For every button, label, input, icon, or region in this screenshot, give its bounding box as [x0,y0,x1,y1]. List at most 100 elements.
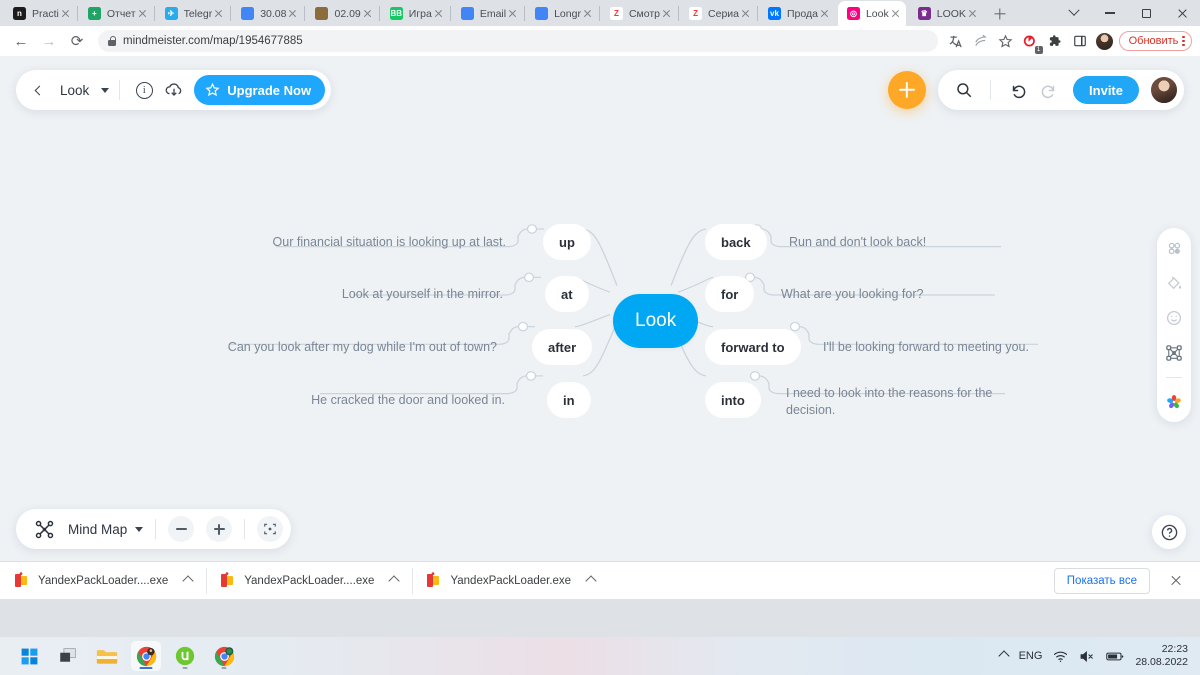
close-tab-button[interactable] [818,7,831,20]
invite-button[interactable]: Invite [1073,76,1139,104]
utorrent-button[interactable] [170,641,200,671]
battery-icon[interactable] [1106,651,1124,662]
browser-tab[interactable]: Email [452,1,523,26]
mindmap-node-for[interactable]: for [705,276,755,312]
mindmap-node-forward-to[interactable]: forward to [705,329,801,365]
close-tab-button[interactable] [581,7,594,20]
close-tab-button[interactable] [739,7,752,20]
close-window-button[interactable] [1164,0,1200,26]
mindmap-node-back[interactable]: back [705,224,767,260]
mindmap-leaf-forward-to[interactable]: I'll be looking forward to meeting you. [823,339,1029,356]
view-label[interactable]: Mind Map [68,522,127,537]
close-tab-button[interactable] [136,7,149,20]
download-menu-button[interactable] [182,574,194,587]
browser-tab[interactable]: Longr [526,1,598,26]
mindmap-leaf-for[interactable]: What are you looking for? [781,286,923,303]
translate-icon[interactable] [946,32,965,51]
browser-tab[interactable]: ✈ Telegr [156,1,230,26]
tray-overflow-button[interactable] [997,650,1010,662]
mindmap-node-up[interactable]: up [543,224,591,260]
address-bar[interactable]: mindmeister.com/map/1954677885 [98,30,938,52]
close-tab-button[interactable] [889,7,902,20]
close-tab-button[interactable] [286,7,299,20]
download-item[interactable]: YandexPackLoader....exe [0,562,206,600]
download-menu-button[interactable] [388,574,401,587]
mindmap-canvas[interactable]: Look up at after in back for forward to … [0,56,1200,561]
browser-tab[interactable]: ◎ Look [837,1,906,26]
export-download-button[interactable] [160,76,188,104]
browser-tab[interactable]: Z Смотр [601,1,677,26]
mindmap-leaf-at[interactable]: Look at yourself in the mirror. [163,286,503,303]
download-item[interactable]: YandexPackLoader....exe [206,562,412,600]
mind-map-view-icon[interactable] [30,515,58,543]
download-item[interactable]: YandexPackLoader.exe [412,562,609,600]
forward-button[interactable]: → [36,28,62,54]
update-chrome-button[interactable]: Обновить [1118,31,1192,51]
topic-icon[interactable] [1163,342,1185,364]
minimize-button[interactable] [1092,0,1128,26]
help-button[interactable] [1152,515,1186,549]
extension-alert-icon[interactable]: 1 [1021,32,1043,54]
download-menu-button[interactable] [585,574,597,587]
undo-button[interactable] [1003,76,1031,104]
reload-button[interactable]: ⟳ [64,28,90,54]
mindmap-node-at[interactable]: at [545,276,589,312]
close-downloads-bar-button[interactable] [1164,569,1188,593]
mindmap-leaf-into[interactable]: I need to look into the reasons for the … [786,385,996,418]
map-info-button[interactable]: i [130,76,158,104]
chevron-down-icon[interactable] [135,526,144,532]
profile-avatar[interactable] [1095,32,1113,50]
browser-tab[interactable]: 30.08 [232,1,303,26]
mindmap-node-into[interactable]: into [705,382,761,418]
zoom-in-button[interactable] [206,516,233,542]
redo-button[interactable] [1035,76,1063,104]
file-explorer-button[interactable] [92,641,122,671]
chrome-button[interactable] [131,641,161,671]
task-view-button[interactable] [53,641,83,671]
bookmark-star-icon[interactable] [996,32,1015,51]
mindmap-leaf-back[interactable]: Run and don't look back! [789,234,926,251]
mindmap-leaf-in[interactable]: He cracked the door and looked in. [165,392,505,409]
mindmap-node-after[interactable]: after [532,329,593,365]
language-indicator[interactable]: ENG [1019,650,1043,662]
back-to-maps-button[interactable] [26,78,50,102]
close-tab-button[interactable] [966,7,979,20]
browser-tab[interactable]: Z Сериа [680,1,756,26]
upgrade-now-button[interactable]: Upgrade Now [194,75,326,105]
layout-icon[interactable] [1163,237,1185,259]
paint-bucket-icon[interactable] [1163,272,1185,294]
browser-tab[interactable]: + Отчет [79,1,153,26]
start-button[interactable] [14,641,44,671]
browser-tab[interactable]: BB Игра [381,1,449,26]
clock[interactable]: 22:23 28.08.2022 [1135,643,1188,670]
close-tab-button[interactable] [506,7,519,20]
back-button[interactable]: ← [8,28,34,54]
browser-tab[interactable]: ♛ LOOK [909,1,983,26]
browser-tab[interactable]: n Practi [4,1,76,26]
mindmap-leaf-after[interactable]: Can you look after my dog while I'm out … [157,339,497,356]
chevron-down-icon[interactable] [101,87,110,93]
show-all-downloads-button[interactable]: Показать все [1053,567,1150,594]
browser-tab[interactable]: 02.09 [306,1,377,26]
add-node-button[interactable] [888,71,927,109]
chrome-menu-icon[interactable] [1182,35,1185,47]
maximize-button[interactable] [1128,0,1164,26]
user-avatar[interactable] [1149,75,1179,105]
side-panel-icon[interactable] [1071,32,1090,51]
close-tab-button[interactable] [432,7,445,20]
mindmap-node-in[interactable]: in [547,382,591,418]
fit-to-screen-button[interactable] [257,516,284,542]
wifi-icon[interactable] [1053,650,1068,663]
zoom-out-button[interactable] [168,516,195,542]
mindmap-root-node[interactable]: Look [613,294,699,348]
volume-muted-icon[interactable] [1079,650,1095,663]
tab-search-button[interactable] [1056,0,1092,26]
extensions-puzzle-icon[interactable] [1046,32,1065,51]
map-title[interactable]: Look [52,83,93,98]
close-tab-button[interactable] [212,7,225,20]
close-tab-button[interactable] [361,7,374,20]
new-tab-button[interactable] [987,1,1013,26]
browser-tab[interactable]: vk Прода [759,1,835,26]
close-tab-button[interactable] [59,7,72,20]
mindmap-leaf-up[interactable]: Our financial situation is looking up at… [166,234,506,251]
